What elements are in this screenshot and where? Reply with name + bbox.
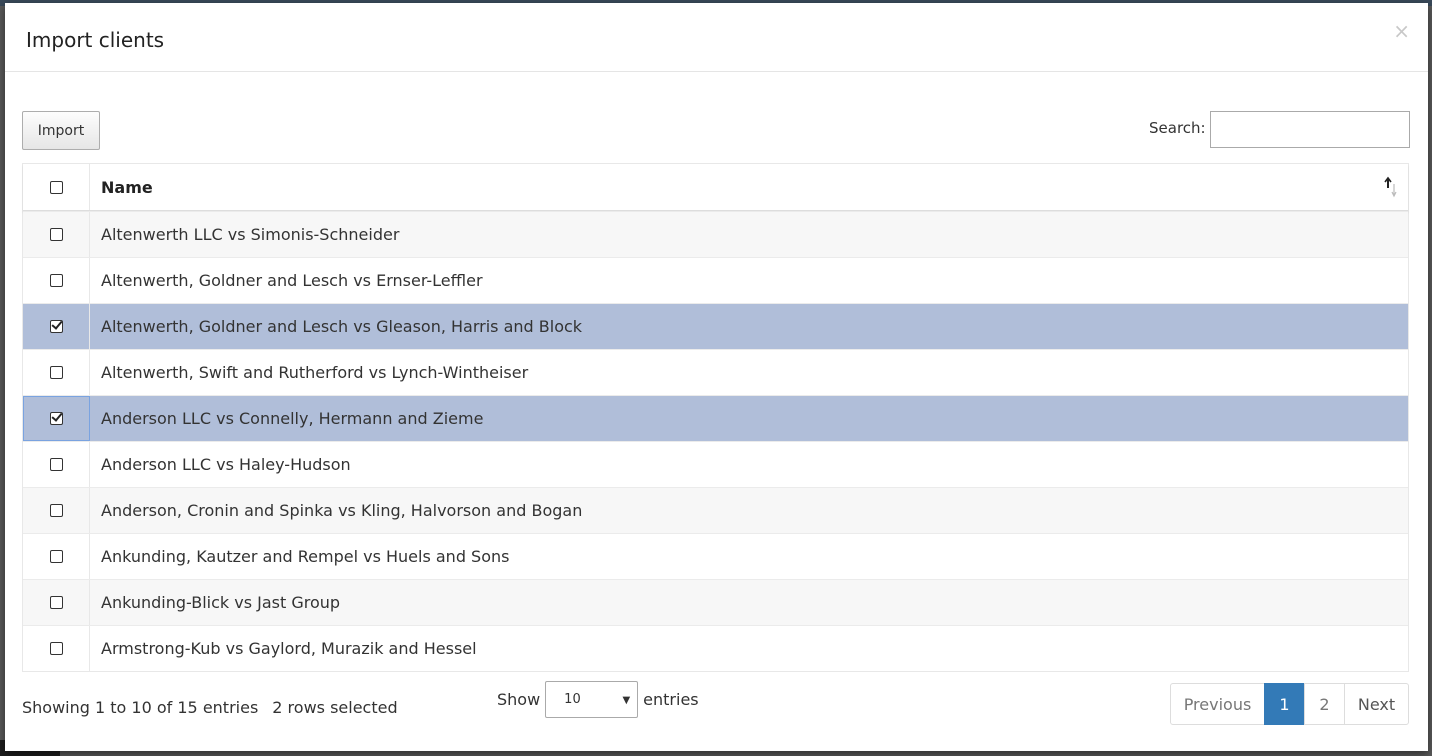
sort-ascending-icon[interactable] (1384, 176, 1398, 198)
table-row[interactable]: Anderson LLC vs Connelly, Hermann and Zi… (23, 395, 1408, 441)
search-input[interactable] (1210, 111, 1410, 148)
row-select-cell (23, 442, 90, 487)
search-label: Search: (1149, 119, 1206, 137)
client-name-cell: Armstrong-Kub vs Gaylord, Murazik and He… (101, 639, 477, 658)
row-select-cell (23, 626, 90, 671)
pagination-next[interactable]: Next (1344, 683, 1409, 725)
table-row[interactable]: Ankunding-Blick vs Jast Group (23, 579, 1408, 625)
client-name-cell: Ankunding, Kautzer and Rempel vs Huels a… (101, 547, 510, 566)
client-name-cell: Altenwerth, Goldner and Lesch vs Ernser-… (101, 271, 483, 290)
client-name-cell: Ankunding-Blick vs Jast Group (101, 593, 341, 612)
table-header-row: Name (23, 164, 1408, 211)
table-row[interactable]: Altenwerth, Swift and Rutherford vs Lync… (23, 349, 1408, 395)
show-label: Show (497, 690, 541, 709)
pagination-previous[interactable]: Previous (1170, 683, 1265, 725)
row-select-cell (23, 580, 90, 625)
client-name-cell: Altenwerth LLC vs Simonis-Schneider (101, 225, 400, 244)
page-length-control: Show 10 ▼ entries (497, 681, 699, 718)
row-checkbox[interactable] (50, 412, 63, 425)
pagination: Previous 1 2 Next (1170, 683, 1409, 725)
client-name-cell: Altenwerth, Goldner and Lesch vs Gleason… (101, 317, 583, 336)
table-row[interactable]: Altenwerth, Goldner and Lesch vs Ernser-… (23, 257, 1408, 303)
row-checkbox[interactable] (49, 366, 63, 379)
row-select-cell (23, 212, 90, 257)
pagination-page-2[interactable]: 2 (1304, 683, 1345, 725)
chevron-down-icon: ▼ (622, 695, 631, 706)
table-body: Altenwerth LLC vs Simonis-Schneider Alten… (23, 211, 1408, 671)
row-checkbox[interactable] (49, 458, 63, 471)
row-checkbox[interactable] (49, 228, 63, 241)
table-row[interactable]: Altenwerth, Goldner and Lesch vs Gleason… (23, 303, 1408, 349)
import-clients-modal: Import clients × Import Search: Name Alt… (5, 3, 1428, 751)
page-length-value: 10 (564, 692, 581, 707)
modal-header: Import clients × (5, 3, 1428, 72)
row-select-cell (23, 396, 90, 441)
pagination-page-1[interactable]: 1 (1264, 683, 1305, 725)
close-icon[interactable]: × (1393, 21, 1410, 41)
table-row[interactable]: Armstrong-Kub vs Gaylord, Murazik and He… (23, 625, 1408, 671)
row-checkbox[interactable] (49, 274, 63, 287)
row-checkbox[interactable] (49, 504, 63, 517)
table-info: Showing 1 to 10 of 15 entries 2 rows sele… (22, 698, 398, 717)
column-header-name[interactable]: Name (101, 164, 153, 210)
row-select-cell (23, 488, 90, 533)
client-name-cell: Anderson LLC vs Connelly, Hermann and Zi… (101, 409, 484, 428)
row-select-cell (23, 350, 90, 395)
selected-count: 2 rows selected (272, 698, 398, 717)
row-select-cell (23, 258, 90, 303)
entries-label: entries (643, 690, 699, 709)
row-checkbox[interactable] (49, 642, 63, 655)
row-select-cell (23, 304, 90, 349)
entries-info: Showing 1 to 10 of 15 entries (22, 698, 259, 717)
modal-title: Import clients (26, 28, 165, 52)
clients-table: Name Altenwerth LLC vs Simonis-Schneider… (22, 163, 1409, 672)
select-all-cell (23, 164, 90, 210)
table-row[interactable]: Altenwerth LLC vs Simonis-Schneider (23, 211, 1408, 257)
select-all-checkbox[interactable] (49, 180, 63, 194)
row-checkbox[interactable] (49, 550, 63, 563)
row-select-cell (23, 534, 90, 579)
page-length-select[interactable]: 10 ▼ (545, 681, 639, 718)
table-row[interactable]: Anderson LLC vs Haley-Hudson (23, 441, 1408, 487)
table-row[interactable]: Ankunding, Kautzer and Rempel vs Huels a… (23, 533, 1408, 579)
client-name-cell: Anderson, Cronin and Spinka vs Kling, Ha… (101, 501, 583, 520)
row-checkbox[interactable] (49, 320, 63, 333)
client-name-cell: Anderson LLC vs Haley-Hudson (101, 455, 351, 474)
table-row[interactable]: Anderson, Cronin and Spinka vs Kling, Ha… (23, 487, 1408, 533)
row-checkbox[interactable] (49, 596, 63, 609)
import-button[interactable]: Import (22, 111, 100, 150)
client-name-cell: Altenwerth, Swift and Rutherford vs Lync… (101, 363, 529, 382)
